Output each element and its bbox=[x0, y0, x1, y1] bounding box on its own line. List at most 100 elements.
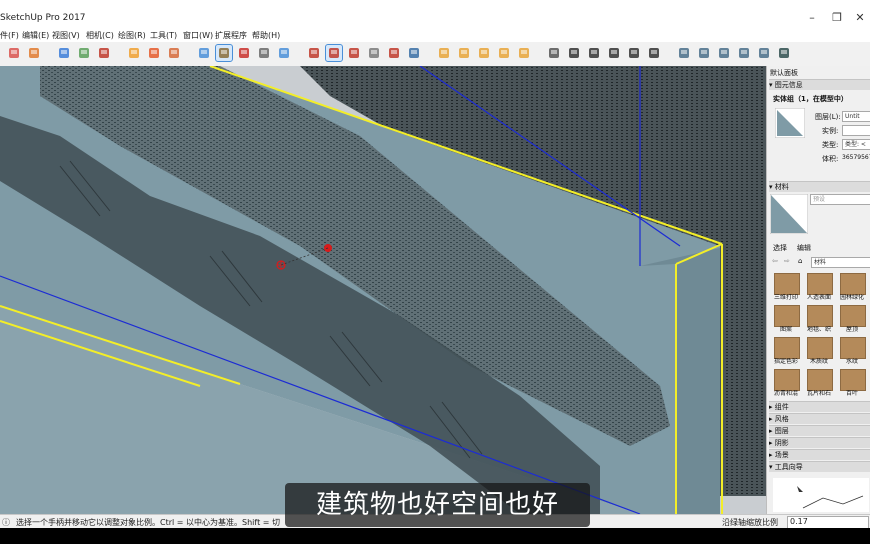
shadows-header[interactable]: ▸ 阴影 bbox=[769, 437, 870, 448]
scenes-title: 场景 bbox=[774, 451, 789, 459]
iso-view-icon[interactable] bbox=[546, 45, 562, 61]
menu-camera[interactable]: 相机(C) bbox=[86, 30, 114, 42]
material-swatch[interactable]: 沥青和混 bbox=[771, 369, 801, 399]
instructor-header[interactable]: ▾ 工具向导 bbox=[769, 461, 870, 472]
component-5-icon[interactable] bbox=[516, 45, 532, 61]
arc-icon[interactable] bbox=[96, 45, 112, 61]
menu-tools[interactable]: 工具(T) bbox=[150, 30, 177, 42]
xray-icon[interactable] bbox=[676, 45, 692, 61]
wireframe-icon[interactable] bbox=[696, 45, 712, 61]
materials-title: 材料 bbox=[774, 183, 789, 191]
menu-window[interactable]: 窗口(W) bbox=[183, 30, 213, 42]
material-swatch-label: 指定色彩 bbox=[773, 358, 798, 365]
hidden-line-icon[interactable] bbox=[716, 45, 732, 61]
material-swatch-label: 沥青和混 bbox=[773, 390, 798, 397]
window-title: SketchUp Pro 2017 bbox=[0, 13, 86, 23]
tape-icon[interactable] bbox=[215, 44, 233, 62]
top-view-icon[interactable] bbox=[566, 45, 582, 61]
measurement-value: 0.17 bbox=[790, 517, 808, 526]
title-bar: SketchUp Pro 2017 – ❐ ✕ bbox=[0, 0, 870, 31]
model-viewport[interactable] bbox=[0, 66, 766, 514]
folder-icon bbox=[807, 337, 833, 359]
eraser-icon[interactable] bbox=[56, 45, 72, 61]
front-view-icon[interactable] bbox=[586, 45, 602, 61]
material-swatch-label: 木质纹 bbox=[809, 358, 828, 365]
entity-info-header[interactable]: ▾ 图元信息 bbox=[769, 79, 870, 90]
tab-select[interactable]: 选择 bbox=[773, 243, 787, 253]
material-swatch-label: 瓦片和石 bbox=[806, 390, 831, 397]
paint-icon[interactable] bbox=[76, 45, 92, 61]
layers-header[interactable]: ▸ 图层 bbox=[769, 425, 870, 436]
layer-field[interactable]: Untit bbox=[842, 111, 870, 122]
folder-icon bbox=[807, 305, 833, 327]
material-swatch[interactable]: 屋顶 bbox=[837, 305, 867, 335]
close-icon[interactable]: ✕ bbox=[853, 12, 867, 24]
left-view-icon[interactable] bbox=[646, 45, 662, 61]
material-swatch[interactable]: 指定色彩 bbox=[771, 337, 801, 367]
components-header[interactable]: ▸ 组件 bbox=[769, 401, 870, 412]
open-icon[interactable] bbox=[26, 45, 42, 61]
material-swatch[interactable]: 百叶 bbox=[837, 369, 867, 399]
material-swatch[interactable]: 水纹 bbox=[837, 337, 867, 367]
home-icon[interactable]: ⌂ bbox=[798, 257, 802, 265]
material-swatch[interactable]: 地毯、织 bbox=[804, 305, 834, 335]
orbit-icon[interactable] bbox=[6, 45, 22, 61]
material-swatch[interactable]: 三维打印 bbox=[771, 273, 801, 303]
menu-file[interactable]: 件(F) bbox=[0, 30, 19, 42]
flag-icon[interactable] bbox=[386, 45, 402, 61]
type-field[interactable]: 类型: < bbox=[842, 139, 870, 150]
menu-edit[interactable]: 编辑(E) bbox=[22, 30, 49, 42]
back-arrow-icon[interactable]: ⇦ bbox=[772, 257, 778, 265]
axes-icon[interactable] bbox=[346, 45, 362, 61]
select-icon[interactable] bbox=[196, 45, 212, 61]
scale-icon[interactable] bbox=[325, 44, 343, 62]
material-swatch[interactable]: 园林绿化 bbox=[837, 273, 867, 303]
component-1-icon[interactable] bbox=[436, 45, 452, 61]
instance-field[interactable] bbox=[842, 125, 870, 136]
eraser-2-icon[interactable] bbox=[236, 45, 252, 61]
material-swatch[interactable]: 瓦片和石 bbox=[804, 369, 834, 399]
cloud-2-icon[interactable] bbox=[166, 45, 182, 61]
menu-draw[interactable]: 绘图(R) bbox=[118, 30, 146, 42]
move-icon[interactable] bbox=[306, 45, 322, 61]
select-2-icon[interactable] bbox=[276, 45, 292, 61]
status-message: 选择一个手柄并移动它以调整对象比例。Ctrl = 以中心为基准。Shift = … bbox=[16, 518, 280, 527]
component-2-icon[interactable] bbox=[456, 45, 472, 61]
letterbox-bar bbox=[0, 528, 870, 544]
offset-icon[interactable] bbox=[366, 45, 382, 61]
menu-extensions[interactable]: 扩展程序 bbox=[215, 30, 247, 42]
material-swatch[interactable]: 人造表面 bbox=[804, 273, 834, 303]
volume-value: 36579567 bbox=[842, 154, 870, 161]
materials-header[interactable]: ▾ 材料 bbox=[769, 181, 870, 192]
styles-header[interactable]: ▸ 风格 bbox=[769, 413, 870, 424]
maximize-icon[interactable]: ❐ bbox=[830, 12, 844, 24]
push-pull-icon[interactable] bbox=[126, 45, 142, 61]
tab-edit[interactable]: 编辑 bbox=[797, 243, 811, 253]
forward-arrow-icon[interactable]: ⇨ bbox=[784, 257, 790, 265]
material-name-field[interactable]: 预设 bbox=[810, 194, 870, 205]
component-4-icon[interactable] bbox=[496, 45, 512, 61]
instructor-title: 工具向导 bbox=[774, 463, 803, 471]
scenes-header[interactable]: ▸ 场景 bbox=[769, 449, 870, 460]
back-view-icon[interactable] bbox=[626, 45, 642, 61]
component-3-icon[interactable] bbox=[476, 45, 492, 61]
section-icon[interactable] bbox=[256, 45, 272, 61]
material-swatch[interactable]: 木质纹 bbox=[804, 337, 834, 367]
folder-icon bbox=[774, 273, 800, 295]
entity-summary: 实体组（1，在模型中） bbox=[773, 95, 848, 103]
textured-icon[interactable] bbox=[756, 45, 772, 61]
monochrome-icon[interactable] bbox=[776, 45, 792, 61]
shaded-icon[interactable] bbox=[736, 45, 752, 61]
folder-icon bbox=[774, 369, 800, 391]
library-select[interactable]: 材料 bbox=[811, 257, 870, 268]
cloud-icon[interactable] bbox=[146, 45, 162, 61]
folder-icon bbox=[840, 273, 866, 295]
menu-view[interactable]: 视图(V) bbox=[52, 30, 80, 42]
menu-help[interactable]: 帮助(H) bbox=[252, 30, 280, 42]
folder-icon bbox=[774, 337, 800, 359]
material-swatch[interactable]: 图案 bbox=[771, 305, 801, 335]
right-view-icon[interactable] bbox=[606, 45, 622, 61]
minimize-icon[interactable]: – bbox=[805, 12, 819, 24]
walk-icon[interactable] bbox=[406, 45, 422, 61]
info-icon[interactable]: ⓘ bbox=[2, 517, 10, 528]
